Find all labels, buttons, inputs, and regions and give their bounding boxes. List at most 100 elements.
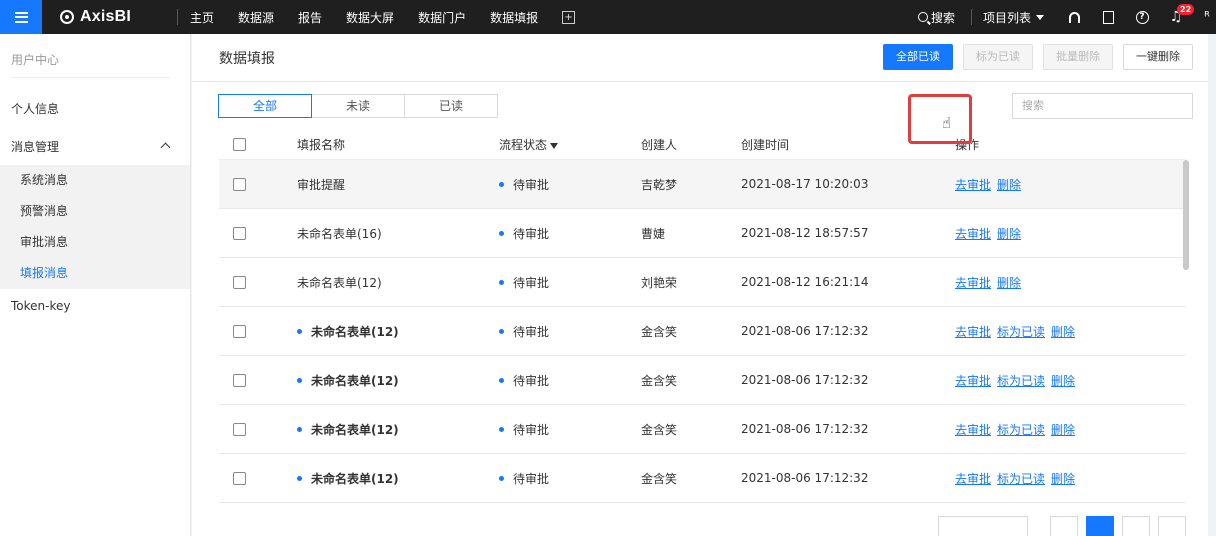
top-navigation-bar: AxisBI 主页 数据源 报告 数据大屏 数据门户 数据填报 + 搜索 项目列… [0, 0, 1216, 34]
row-creator: 金含笑 [641, 324, 678, 339]
row-name[interactable]: 未命名表单(12) [311, 470, 399, 487]
row-checkbox[interactable] [233, 177, 246, 191]
table-row[interactable]: 未命名表单(12) 待审批 刘艳荣 2021-08-12 16:21:14 去审批 删除 [219, 258, 1186, 307]
row-checkbox[interactable] [233, 275, 246, 289]
nav-item-data-entry[interactable]: 数据填报 [490, 9, 538, 26]
unread-dot-icon [297, 475, 302, 481]
row-checkbox[interactable] [233, 373, 246, 387]
row-time: 2021-08-17 10:20:03 [741, 177, 869, 191]
unread-dot-icon [297, 426, 302, 432]
delete-link[interactable]: 删除 [1051, 421, 1075, 438]
delete-all-button[interactable]: 一键删除 [1123, 44, 1193, 70]
mark-read-link[interactable]: 标为已读 [997, 421, 1045, 438]
global-search-button[interactable]: 搜索 [917, 9, 955, 26]
search-label: 搜索 [930, 10, 955, 25]
mark-read-button[interactable]: 标为已读 [963, 44, 1033, 70]
scrollbar[interactable] [1183, 160, 1189, 270]
approve-link[interactable]: 去审批 [955, 372, 991, 389]
row-name[interactable]: 未命名表单(16) [297, 225, 382, 242]
approve-link[interactable]: 去审批 [955, 225, 991, 242]
page-button[interactable] [1086, 516, 1114, 536]
next-page-button[interactable] [1158, 516, 1186, 536]
delete-link[interactable]: 删除 [997, 176, 1021, 193]
logo[interactable]: AxisBI [60, 8, 160, 26]
sidebar-item-alert-msg[interactable]: 预警消息 [0, 196, 190, 227]
mark-read-link[interactable]: 标为已读 [997, 372, 1045, 389]
row-checkbox[interactable] [233, 471, 246, 485]
filter-tab-read[interactable]: 已读 [404, 94, 498, 118]
status-dot-icon [499, 377, 504, 383]
delete-link[interactable]: 删除 [997, 225, 1021, 242]
row-name[interactable]: 审批提醒 [297, 176, 345, 193]
batch-delete-button[interactable]: 批量删除 [1043, 44, 1113, 70]
table-row[interactable]: 未命名表单(12) 待审批 金含笑 2021-08-06 17:12:32 去审批 标为已… [219, 307, 1186, 356]
project-list-dropdown[interactable]: 项目列表 [983, 9, 1044, 26]
delete-link[interactable]: 删除 [1051, 470, 1075, 487]
row-name[interactable]: 未命名表单(12) [311, 372, 399, 389]
mark-read-link[interactable]: 标为已读 [997, 470, 1045, 487]
select-all-checkbox[interactable] [233, 138, 246, 151]
row-name[interactable]: 未命名表单(12) [311, 421, 399, 438]
row-checkbox[interactable] [233, 422, 246, 436]
search-input[interactable]: 搜索 [1012, 93, 1193, 119]
sidebar-group-message-mgmt[interactable]: 消息管理 [0, 127, 190, 165]
row-time: 2021-08-06 17:12:32 [741, 471, 869, 485]
prev-page-button[interactable] [1050, 516, 1078, 536]
column-header-ops: 操作 [955, 138, 980, 152]
mark-all-read-button[interactable]: 全部已读 [883, 44, 953, 70]
column-header-creator: 创建人 [641, 138, 678, 152]
row-status: 待审批 [513, 177, 550, 192]
sidebar-item-token-key[interactable]: Token-key [0, 289, 190, 323]
nav-item-portal[interactable]: 数据门户 [418, 9, 466, 26]
table-row[interactable]: 未命名表单(16) 待审批 曹婕 2021-08-12 18:57:57 去审批 删除 [219, 209, 1186, 258]
approve-link[interactable]: 去审批 [955, 323, 991, 340]
mark-read-link[interactable]: 标为已读 [997, 323, 1045, 340]
row-status: 待审批 [513, 471, 550, 486]
approve-link[interactable]: 去审批 [955, 470, 991, 487]
add-tab-icon[interactable]: + [562, 10, 576, 24]
bell-icon[interactable]: ♫ 22 [1168, 4, 1195, 25]
table-row[interactable]: 审批提醒 待审批 吉乾梦 2021-08-17 10:20:03 去审批 删除 [219, 160, 1186, 209]
approve-link[interactable]: 去审批 [955, 176, 991, 193]
user-icon[interactable]: ᴿ [1202, 9, 1212, 25]
column-header-time: 创建时间 [741, 138, 790, 152]
right-edge [1208, 34, 1216, 536]
page-size-select[interactable] [938, 516, 1028, 536]
project-list-label: 项目列表 [982, 10, 1031, 25]
row-checkbox[interactable] [233, 324, 246, 338]
status-dot-icon [499, 230, 504, 236]
sidebar-group-label: 消息管理 [11, 139, 60, 154]
pagination [938, 516, 1186, 536]
approve-link[interactable]: 去审批 [955, 421, 991, 438]
page-button[interactable] [1122, 516, 1150, 536]
nav-item-home[interactable]: 主页 [190, 9, 214, 26]
table-row[interactable]: 未命名表单(12) 待审批 金含笑 2021-08-06 17:12:32 去审批 标为已… [219, 405, 1186, 454]
help-icon[interactable]: ? [1134, 9, 1150, 25]
sidebar-item-system-msg[interactable]: 系统消息 [0, 165, 190, 196]
filter-icon[interactable] [550, 142, 559, 149]
filter-tab-all[interactable]: 全部 [218, 94, 312, 118]
save-icon[interactable] [1100, 9, 1116, 25]
table-row[interactable]: 未命名表单(12) 待审批 金含笑 2021-08-06 17:12:32 去审批 标为已… [219, 356, 1186, 405]
main-content: 数据填报 全部已读 标为已读 批量删除 一键删除 全部 未读 已读 搜索 填报名… [192, 34, 1208, 536]
sidebar-item-personal-info[interactable]: 个人信息 [0, 91, 190, 127]
sidebar-item-approval-msg[interactable]: 审批消息 [0, 227, 190, 258]
row-name[interactable]: 未命名表单(12) [297, 274, 382, 291]
headset-icon[interactable] [1066, 9, 1082, 25]
message-table: 填报名称 流程状态 创建人 创建时间 操作 审批提醒 待审批 吉乾梦 2021-08-… [219, 130, 1186, 503]
menu-toggle-button[interactable] [0, 0, 42, 34]
nav-item-dashboard[interactable]: 数据大屏 [346, 9, 394, 26]
delete-link[interactable]: 删除 [1051, 323, 1075, 340]
nav-item-datasource[interactable]: 数据源 [238, 9, 274, 26]
delete-link[interactable]: 删除 [997, 274, 1021, 291]
table-body: 审批提醒 待审批 吉乾梦 2021-08-17 10:20:03 去审批 删除 未命名表单(… [219, 160, 1186, 503]
delete-link[interactable]: 删除 [1051, 372, 1075, 389]
filter-tab-unread[interactable]: 未读 [311, 94, 405, 118]
column-header-name: 填报名称 [297, 138, 346, 152]
table-row[interactable]: 未命名表单(12) 待审批 金含笑 2021-08-06 17:12:32 去审批 标为已… [219, 454, 1186, 503]
row-checkbox[interactable] [233, 226, 246, 240]
row-name[interactable]: 未命名表单(12) [311, 323, 399, 340]
nav-item-report[interactable]: 报告 [298, 9, 322, 26]
approve-link[interactable]: 去审批 [955, 274, 991, 291]
sidebar-item-entry-msg[interactable]: 填报消息 [0, 258, 190, 289]
